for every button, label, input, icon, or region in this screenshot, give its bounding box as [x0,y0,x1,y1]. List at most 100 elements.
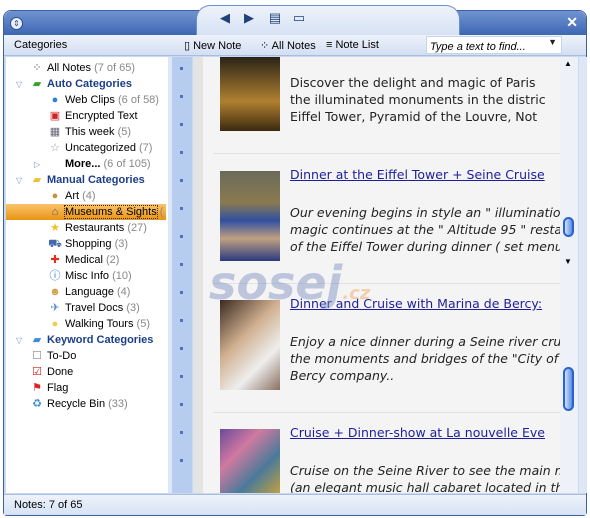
tree-item-label: Shopping [65,238,112,250]
split-view-icon[interactable]: ▤ [267,10,283,26]
nav-tab: ◀ ▶ ▤ ▭ [196,5,460,35]
search-input[interactable]: Type a text to find... ▼ [426,36,562,54]
tree-item-count: (5) [117,126,132,138]
tree-item-shopping[interactable]: ⛟ Shopping (3) [47,236,128,252]
note-marker[interactable] [180,263,183,266]
tree-item-flag[interactable]: ⚑ Flag [29,380,68,396]
note-marker[interactable] [180,459,183,462]
scroll-down-icon[interactable]: ▼ [564,257,572,266]
tree-item-label: Encrypted Text [65,110,138,122]
title-bar: ⇕ ◀ ▶ ▤ ▭ ✕ [4,5,586,35]
tree-item-count: (6 of 58) [118,94,159,106]
tree-item-label: Restaurants [65,222,125,234]
new-note-label: New Note [193,40,242,52]
globe-icon: ● [51,94,59,107]
note-marker[interactable] [180,375,183,378]
scrollbar[interactable]: ▲ ▼ [560,57,578,493]
tree-item-manual-categories[interactable]: ▰ Manual Categories [29,172,145,188]
expand-arrow-icon[interactable]: ▽ [16,80,22,89]
tree-item-count: (2) [105,254,120,266]
tree-item-label: Done [47,366,74,378]
note-title-link[interactable]: Cruise + Dinner-show at La nouvelle Eve [290,425,545,440]
tree-item-travel-docs[interactable]: ✈ Travel Docs (3) [47,300,139,316]
note-marker[interactable] [180,123,183,126]
note-text-line: Our evening begins in style an " illumin… [290,205,560,220]
note-marker[interactable] [180,95,183,98]
secondary-scroll-thumb[interactable] [563,367,574,411]
tree-item-label: More... [65,158,101,170]
note-text-line: magic continues at the " Altitude 95 " r… [290,222,560,237]
tree-item-language[interactable]: ☻ Language (4) [47,284,130,300]
tree-item-label: Manual Categories [47,174,145,186]
tree-item-art[interactable]: ● Art (4) [47,188,96,204]
tree-item-museums-sights[interactable]: ⌂ Museums & Sights ( [6,204,166,220]
close-icon[interactable]: ✕ [566,14,578,31]
note-marker[interactable] [180,235,183,238]
note-marker[interactable] [180,347,183,350]
note-marker[interactable] [180,319,183,322]
scroll-up-icon[interactable]: ▲ [564,59,572,68]
app-menu-icon[interactable]: ⇕ [10,17,23,30]
lock-icon: ▣ [49,110,61,123]
tree-item-count: (6 of 105) [103,158,151,170]
new-note-button[interactable]: ▯ New Note [184,39,241,52]
tree-item-label: Keyword Categories [47,334,154,346]
museum-icon: ⌂ [51,206,59,219]
tree-item-label: Misc Info [65,270,110,282]
tree-item-done[interactable]: ☑ Done [29,364,73,380]
tree-item-count: (4) [82,190,96,202]
tree-item-all-notes[interactable]: ⁘ All Notes (7 of 65) [29,60,135,76]
tree-item-auto-categories[interactable]: ▰ Auto Categories [29,76,132,92]
note-marker[interactable] [180,207,183,210]
note-thumbnail [220,57,280,131]
tree-item-walking-tours[interactable]: ● Walking Tours (5) [47,316,150,332]
person-icon: ☻ [49,286,61,299]
note-marker[interactable] [180,291,183,294]
scroll-thumb[interactable] [563,217,574,237]
info-icon: ⓘ [49,270,61,283]
note-marker[interactable] [180,403,183,406]
tree-item-medical[interactable]: ✚ Medical (2) [47,252,119,268]
note-title-link[interactable]: Dinner at the Eiffel Tower + Seine Cruis… [290,167,545,182]
tree-item-label: Walking Tours [65,318,134,330]
note-text-line: (an elegant music hall cabaret located i… [290,480,560,493]
all-notes-button[interactable]: ⁘ All Notes [260,39,316,52]
cross-icon: ✚ [50,254,60,267]
back-arrow-icon[interactable]: ◀ [217,10,233,26]
tree-item-encrypted-text[interactable]: ▣ Encrypted Text [47,108,138,124]
all-notes-label: All Notes [271,40,316,52]
tree-item-restaurants[interactable]: ★ Restaurants (27) [47,220,147,236]
expand-arrow-icon[interactable]: ▽ [16,176,22,185]
note-list-button[interactable]: ≡ Note List [326,39,379,51]
tree-item-label: This week [65,126,115,138]
tree-item-web-clips[interactable]: ● Web Clips (6 of 58) [47,92,159,108]
chevron-down-icon[interactable]: ▼ [548,37,557,47]
tree-item-count: (27) [127,222,147,234]
note-marker[interactable] [180,67,183,70]
tree-item-recycle-bin[interactable]: ♻ Recycle Bin (33) [29,396,128,412]
categories-label: Categories [14,39,68,51]
tree-item-this-week[interactable]: ▦ This week (5) [47,124,131,140]
right-panel-toggle[interactable] [579,57,587,493]
tree-item-misc-info[interactable]: ⓘ Misc Info (10) [47,268,132,284]
note-marker[interactable] [180,431,183,434]
expand-arrow-icon[interactable]: ▷ [34,160,40,169]
note-marker[interactable] [180,179,183,182]
note-marker[interactable] [180,151,183,154]
note-text-line: the illuminated monuments in the distric [290,92,546,107]
single-view-icon[interactable]: ▭ [291,10,307,26]
note-text-line: of the Eiffel Tower during dinner ( set … [290,239,560,254]
note-text-line: Cruise on the Seine River to see the mai… [290,463,560,478]
all-notes-icon: ⁘ [32,62,42,75]
tree-item-uncategorized[interactable]: ☆ Uncategorized (7) [47,140,152,156]
calendar-icon: ▦ [49,126,61,139]
tree-item-to-do[interactable]: ☐ To-Do [29,348,76,364]
tree-item-more[interactable]: More... (6 of 105) [47,156,151,172]
tree-item-label: Museums & Sights [64,205,158,219]
toolbar: Categories ▯ New Note ⁘ All Notes ≡ Note… [4,35,586,56]
note-text-line: Discover the delight and magic of Paris [290,75,536,90]
expand-arrow-icon[interactable]: ▽ [16,336,22,345]
tree-item-keyword-categories[interactable]: ▰ Keyword Categories [29,332,154,348]
status-bar: Notes: 7 of 65 [4,494,586,515]
forward-arrow-icon[interactable]: ▶ [241,10,257,26]
